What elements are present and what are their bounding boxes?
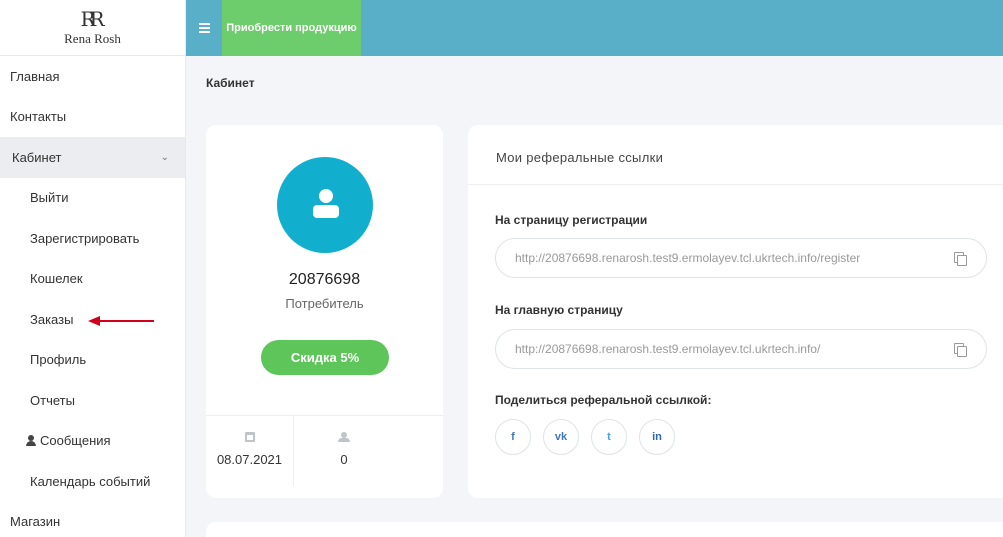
- user-icon: [26, 435, 36, 447]
- buy-products-button[interactable]: Приобрести продукцию: [222, 0, 361, 56]
- home-link-value: http://20876698.renarosh.test9.ermolayev…: [515, 342, 821, 356]
- register-link-label: На страницу регистрации: [495, 213, 648, 227]
- social-share-buttons: f vk t in: [495, 419, 675, 455]
- copy-icon[interactable]: [954, 252, 967, 266]
- twitter-icon[interactable]: t: [591, 419, 627, 455]
- profile-stats: 08.07.2021 0: [206, 415, 443, 498]
- sidebar-item-profile[interactable]: Профиль: [0, 340, 185, 381]
- referral-links-card: Мои реферальные ссылки На страницу регис…: [468, 125, 1003, 498]
- logo[interactable]: RR Rena Rosh: [0, 0, 185, 56]
- register-link-field[interactable]: http://20876698.renarosh.test9.ermolayev…: [495, 238, 987, 278]
- sidebar-item-register[interactable]: Зарегистрировать: [0, 218, 185, 259]
- sidebar-item-wallet[interactable]: Кошелек: [0, 259, 185, 300]
- home-link-label: На главную страницу: [495, 303, 623, 317]
- chevron-down-icon: ⌄: [160, 151, 169, 163]
- sidebar-item-logout[interactable]: Выйти: [0, 178, 185, 219]
- vk-icon[interactable]: vk: [543, 419, 579, 455]
- register-link-value: http://20876698.renarosh.test9.ermolayev…: [515, 251, 861, 265]
- user-role: Потребитель: [285, 296, 364, 311]
- facebook-icon[interactable]: f: [495, 419, 531, 455]
- lower-card: [206, 522, 1003, 537]
- registration-date: 08.07.2021: [206, 416, 294, 486]
- logo-mark: RR: [80, 6, 104, 31]
- referral-count-value: 0: [340, 452, 348, 467]
- logo-text: Rena Rosh: [64, 30, 121, 46]
- sidebar-item-cabinet[interactable]: Кабинет ⌄: [0, 137, 185, 178]
- users-icon: [337, 432, 351, 442]
- sidebar-item-contacts[interactable]: Контакты: [0, 97, 185, 138]
- breadcrumb: Кабинет: [206, 76, 255, 90]
- sidebar-item-events-calendar[interactable]: Календарь событий: [0, 461, 185, 502]
- annotation-arrow-icon: [88, 316, 154, 326]
- home-link-field[interactable]: http://20876698.renarosh.test9.ermolayev…: [495, 329, 987, 369]
- sidebar-item-messages[interactable]: Сообщения: [0, 421, 185, 462]
- user-id: 20876698: [288, 271, 361, 288]
- sidebar-item-label: Сообщения: [40, 433, 111, 449]
- discount-badge[interactable]: Скидка 5%: [261, 340, 389, 375]
- linkedin-icon[interactable]: in: [639, 419, 675, 455]
- sidebar-item-label: Кабинет: [12, 149, 62, 165]
- referral-card-title: Мои реферальные ссылки: [468, 125, 1003, 185]
- sidebar-item-home[interactable]: Главная: [0, 56, 185, 97]
- share-label: Поделиться реферальной ссылкой:: [495, 393, 712, 407]
- top-bar: Приобрести продукцию: [186, 0, 1003, 56]
- referral-count: 0: [294, 416, 394, 486]
- avatar: [277, 157, 373, 253]
- profile-card: 20876698 Потребитель Скидка 5% 08.07.202…: [206, 125, 443, 498]
- copy-icon[interactable]: [954, 343, 967, 357]
- calendar-icon: [244, 432, 255, 442]
- sidebar: RR Rena Rosh Главная Контакты Кабинет ⌄ …: [0, 0, 186, 537]
- user-icon: [313, 189, 339, 219]
- sidebar-item-reports[interactable]: Отчеты: [0, 380, 185, 421]
- sidebar-item-shop[interactable]: Магазин: [0, 502, 185, 537]
- registration-date-value: 08.07.2021: [216, 452, 283, 467]
- hamburger-menu-icon[interactable]: [186, 0, 222, 56]
